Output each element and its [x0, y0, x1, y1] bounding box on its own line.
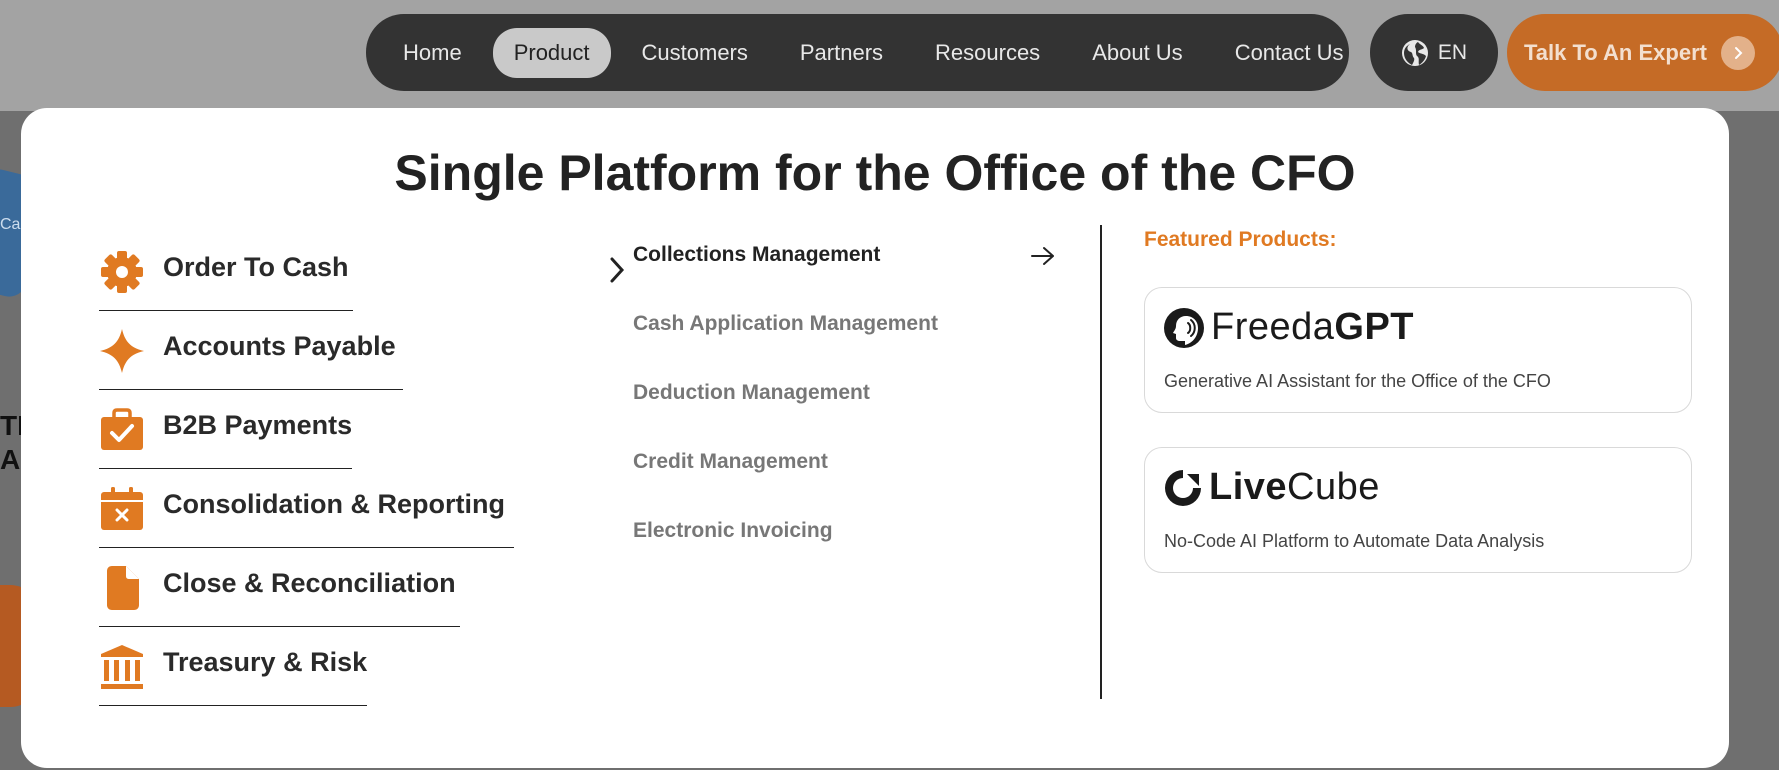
- category-label: Accounts Payable: [163, 331, 396, 361]
- subitem-label: Collections Management: [633, 243, 881, 266]
- category-label: Treasury & Risk: [163, 647, 368, 677]
- category-underline: [99, 310, 353, 311]
- background-card-text: Ca: [0, 216, 21, 233]
- nav-item-product[interactable]: Product: [492, 27, 611, 78]
- category-underline: [99, 389, 403, 390]
- category-underline: [99, 626, 460, 627]
- freedagpt-logo: FreedaGPT: [1163, 306, 1414, 349]
- subcategory-list: Collections Management Cash Application …: [633, 243, 1063, 588]
- nav-item-contact-us[interactable]: Contact Us: [1214, 28, 1365, 78]
- product-description: Generative AI Assistant for the Office o…: [1164, 371, 1551, 391]
- category-label: Consolidation & Reporting: [163, 489, 505, 519]
- category-label: Order To Cash: [163, 252, 349, 282]
- nav-item-about-us[interactable]: About Us: [1071, 28, 1204, 78]
- subitem-collections-management[interactable]: Collections Management: [633, 243, 1063, 312]
- document-icon: [107, 566, 139, 610]
- featured-products-label: Featured Products:: [1144, 228, 1337, 251]
- menu-divider: [1100, 225, 1102, 699]
- category-label: Close & Reconciliation: [163, 568, 456, 598]
- language-selector[interactable]: EN: [1370, 14, 1498, 91]
- gear-icon: [101, 251, 143, 293]
- subitem-electronic-invoicing[interactable]: Electronic Invoicing: [633, 519, 1063, 588]
- category-label: B2B Payments: [163, 410, 353, 440]
- category-underline: [99, 705, 367, 706]
- nav-item-resources[interactable]: Resources: [914, 28, 1061, 78]
- livecube-logo: LiveCube: [1163, 466, 1380, 509]
- product-card-freedagpt[interactable]: FreedaGPT Generative AI Assistant for th…: [1144, 287, 1692, 413]
- sparkle-icon: [100, 329, 144, 373]
- arrow-right-icon: [1031, 247, 1054, 265]
- bank-icon: [101, 645, 143, 689]
- freedagpt-logo-icon: [1164, 307, 1204, 348]
- language-label: EN: [1437, 40, 1468, 64]
- chevron-right-icon: [610, 257, 625, 283]
- nav-item-home[interactable]: Home: [382, 28, 483, 78]
- product-card-livecube[interactable]: LiveCube No-Code AI Platform to Automate…: [1144, 447, 1692, 573]
- livecube-logo-wordmark: LiveCube: [1209, 466, 1380, 508]
- subitem-cash-application-management[interactable]: Cash Application Management: [633, 312, 1063, 381]
- category-underline: [99, 468, 352, 469]
- nav-item-customers[interactable]: Customers: [621, 28, 769, 78]
- subitem-label: Electronic Invoicing: [633, 519, 833, 542]
- subitem-label: Deduction Management: [633, 381, 870, 404]
- livecube-logo-icon: [1165, 469, 1201, 506]
- talk-to-expert-button[interactable]: Talk To An Expert: [1507, 14, 1779, 91]
- background-heading-fragment-2: A: [0, 444, 21, 475]
- subitem-deduction-management[interactable]: Deduction Management: [633, 381, 1063, 450]
- chevron-right-icon: [1720, 35, 1755, 70]
- nav-item-partners[interactable]: Partners: [779, 28, 904, 78]
- main-nav: Home Product Customers Partners Resource…: [366, 14, 1349, 91]
- talk-to-expert-label: Talk To An Expert: [1524, 39, 1707, 65]
- menu-title: Single Platform for the Office of the CF…: [394, 145, 1356, 201]
- product-description: No-Code AI Platform to Automate Data Ana…: [1164, 531, 1545, 551]
- subitem-credit-management[interactable]: Credit Management: [633, 450, 1063, 519]
- subitem-label: Cash Application Management: [633, 312, 938, 335]
- briefcase-check-icon: [101, 408, 143, 450]
- product-mega-menu: Single Platform for the Office of the CF…: [21, 108, 1729, 768]
- globe-icon: [1401, 39, 1428, 66]
- category-underline: [99, 547, 514, 548]
- freedagpt-logo-wordmark: FreedaGPT: [1211, 306, 1415, 348]
- calendar-x-icon: [101, 487, 143, 530]
- subitem-label: Credit Management: [633, 450, 828, 473]
